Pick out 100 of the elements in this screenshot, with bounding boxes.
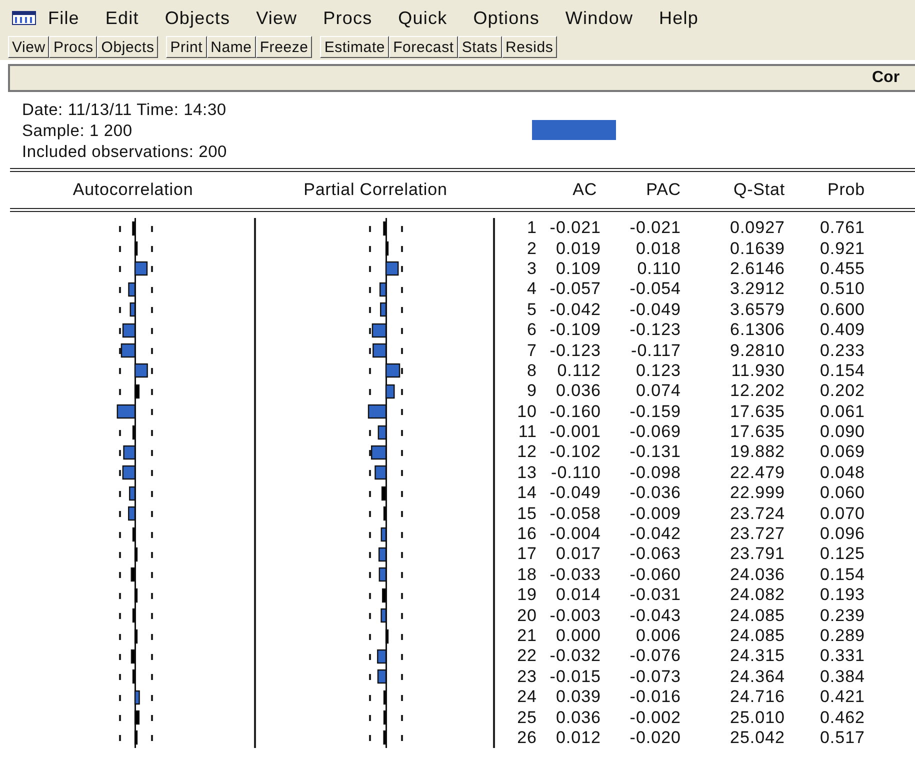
table-cell-text: 0.0927 — [729, 218, 785, 238]
table-cell-text: -0.042 — [628, 524, 681, 544]
ac-bar — [122, 466, 136, 480]
menu-item[interactable]: Window — [565, 8, 634, 28]
table-cell-text: 0.039 — [554, 687, 601, 708]
toolbar-button[interactable]: Freeze — [256, 36, 312, 58]
bound-dash — [401, 450, 403, 456]
table-cell-text: -0.123 — [628, 320, 681, 340]
bound-dash — [401, 634, 403, 640]
bound-dash — [151, 430, 153, 436]
table-cell-text: -0.021 — [548, 218, 601, 238]
menu-item[interactable]: Procs — [323, 8, 372, 28]
ac-bar — [134, 242, 138, 256]
table-cell-text: 0.109 — [554, 258, 601, 279]
bound-dash — [369, 307, 371, 314]
bound-dash — [369, 450, 371, 456]
bound-dash — [119, 735, 121, 742]
bound-dash — [119, 307, 121, 314]
menu-item[interactable]: File — [48, 8, 80, 28]
table-cell-text: 0.060 — [818, 483, 865, 504]
table-cell-text: -0.031 — [628, 585, 681, 606]
toolbar-button[interactable]: Resids — [502, 36, 558, 58]
pac-bar — [377, 670, 387, 684]
ac-bar — [134, 628, 138, 644]
toolbar-button[interactable]: Name — [206, 36, 256, 58]
pac-bar — [370, 445, 387, 460]
bound-dash — [151, 226, 153, 232]
info-text: Included observations: 200 — [22, 142, 228, 163]
bound-dash — [369, 532, 371, 538]
table-cell-text: 19 — [516, 585, 537, 606]
window-icon[interactable] — [12, 11, 36, 25]
bound-dash — [151, 348, 153, 354]
pac-bar — [377, 649, 387, 664]
toolbar-button[interactable]: Objects — [97, 36, 158, 58]
pac-bar — [383, 710, 387, 725]
bound-dash — [369, 388, 371, 395]
table-cell-text: 0.600 — [818, 300, 865, 320]
pac-bar — [379, 282, 387, 296]
menu-item[interactable]: Options — [473, 8, 540, 28]
pac-bar — [378, 425, 387, 440]
bound-dash — [369, 674, 371, 680]
table-cell-text: -0.102 — [548, 442, 601, 462]
column-header: Prob — [827, 180, 865, 199]
table-cell-text: 0.074 — [634, 381, 681, 402]
table-cell-text: 20 — [516, 606, 537, 626]
table-cell-text: -0.110 — [550, 462, 601, 483]
bound-dash — [401, 552, 403, 558]
toolbar-button[interactable]: View — [8, 36, 50, 58]
bound-dash — [119, 368, 121, 374]
table-cell-text: 23.791 — [729, 544, 785, 564]
bound-dash — [369, 490, 371, 497]
toolbar-button[interactable]: Stats — [458, 36, 502, 58]
menu-item[interactable]: Quick — [398, 8, 448, 28]
toolbar-button[interactable]: Estimate — [320, 36, 390, 58]
ac-bar — [134, 730, 138, 746]
toolbar-button[interactable]: Procs — [49, 36, 98, 58]
bound-dash — [151, 654, 153, 660]
ac-bar — [132, 221, 136, 236]
table-cell-text: -0.021 — [628, 218, 681, 238]
ac-bar — [116, 404, 136, 419]
bound-dash — [401, 592, 403, 599]
bound-dash — [369, 715, 371, 722]
table-cell-text: 13 — [516, 462, 537, 483]
table-cell-text: 0.761 — [818, 218, 865, 238]
table-cell-text: 0.048 — [818, 462, 865, 483]
table-cell-text: -0.032 — [548, 646, 601, 666]
menu-item[interactable]: Objects — [164, 8, 230, 28]
info-text: Date: 11/13/11 Time: 14:30 — [22, 100, 228, 121]
ac-bar — [128, 282, 136, 296]
bound-dash — [151, 613, 153, 620]
pac-bar — [380, 526, 387, 542]
table-cell-text: 9.2810 — [729, 340, 785, 361]
menu-item[interactable]: View — [256, 8, 298, 28]
toolbar-button[interactable]: Forecast — [389, 36, 458, 58]
table-cell-text: 3 — [526, 258, 537, 279]
bound-dash — [119, 654, 121, 660]
table-cell-text: 17.635 — [729, 402, 785, 422]
table-cell-text: 6.1306 — [729, 320, 785, 340]
bound-dash — [401, 348, 403, 354]
menu-item[interactable]: Edit — [105, 8, 139, 28]
pac-bar — [382, 588, 387, 602]
bound-dash — [401, 694, 403, 701]
bound-dash — [151, 470, 153, 476]
ac-bar — [130, 568, 136, 582]
toolbar-button[interactable]: Print — [166, 36, 207, 58]
table-cell-text: -0.016 — [628, 687, 681, 708]
table-cell-text: 7 — [526, 340, 537, 361]
column-header: Q-Stat — [733, 180, 785, 199]
bound-dash — [119, 694, 121, 701]
table-cell-text: 0.036 — [554, 381, 601, 402]
bound-dash — [151, 735, 153, 742]
table-cell-text: -0.036 — [628, 483, 681, 504]
bound-dash — [401, 246, 403, 252]
table-cell-text: 24.036 — [729, 564, 785, 585]
table-cell-text: -0.004 — [548, 524, 601, 544]
menu-item[interactable]: Help — [659, 8, 698, 28]
table-cell-text: -0.123 — [548, 340, 601, 361]
table-cell-text: 25.010 — [729, 708, 785, 728]
table-cell-text: 0.110 — [636, 258, 681, 279]
bound-dash — [119, 634, 121, 640]
